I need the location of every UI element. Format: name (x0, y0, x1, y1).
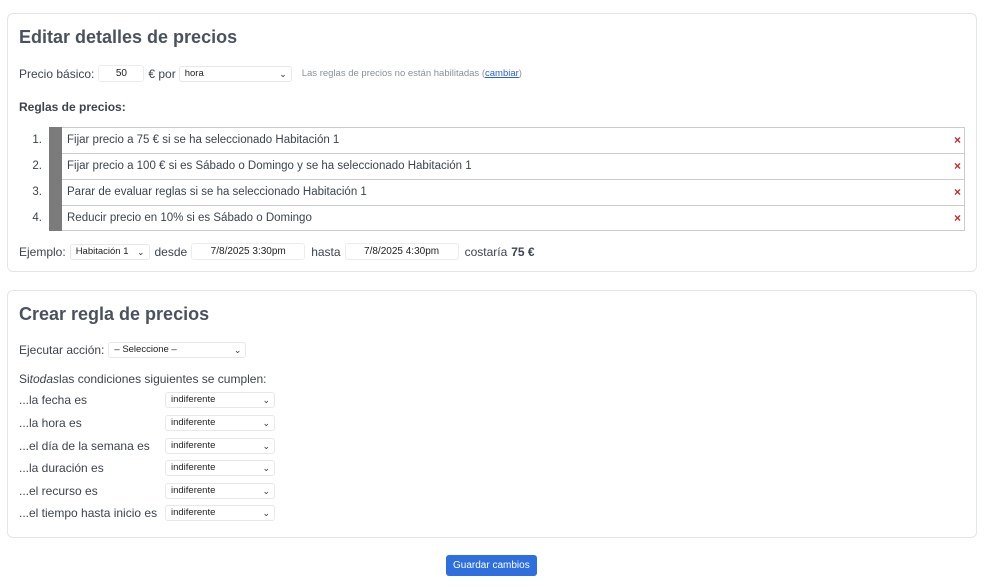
example-resource-value: Habitación 1 (75, 245, 129, 257)
action-select-value: – Seleccione – (114, 344, 177, 355)
condition-date-select[interactable]: indiferente ⌄ (165, 392, 275, 408)
condition-time-select[interactable]: indiferente ⌄ (165, 415, 275, 431)
chevron-down-icon: ⌄ (279, 68, 287, 79)
rule-text: Fijar precio a 100 € si es Sábado o Domi… (67, 160, 472, 172)
rule-text: Reducir precio en 10% si es Sábado o Dom… (67, 212, 312, 224)
condition-time-until-start-select[interactable]: indiferente ⌄ (165, 505, 275, 521)
action-label: Ejecutar acción: (19, 343, 105, 357)
close-icon[interactable]: × (954, 154, 961, 179)
per-label: € por (148, 66, 176, 81)
close-icon[interactable]: × (954, 206, 961, 231)
create-rule-title: Crear regla de precios (19, 304, 210, 324)
rules-disabled-close: ) (518, 68, 522, 79)
cost-value: 75 € (511, 244, 535, 259)
from-label: desde (154, 244, 188, 259)
condition-weekday-select[interactable]: indiferente ⌄ (165, 438, 275, 454)
rule-number: 1. (32, 134, 42, 146)
condition-value: indiferente (171, 394, 216, 405)
rule-drag-handle[interactable] (49, 127, 62, 153)
base-price-row: Precio básico: € por hora ⌄ Las reglas d… (19, 65, 522, 82)
example-resource-select[interactable]: Habitación 1 ⌄ (69, 243, 150, 260)
action-row: Ejecutar acción: – Seleccione – ⌄ (19, 342, 247, 358)
condition-value: indiferente (171, 485, 216, 496)
base-price-input[interactable] (98, 65, 145, 82)
rule-drag-handle[interactable] (49, 153, 62, 179)
condition-label: ...la fecha es (19, 393, 88, 407)
condition-value: indiferente (171, 440, 216, 451)
condition-resource: ...el recurso es indiferente ⌄ (19, 483, 275, 499)
condition-time-until-start: ...el tiempo hasta inicio es indiferente… (19, 505, 275, 521)
conditions-intro-pre: Si (19, 372, 30, 386)
condition-duration: ...la duración es indiferente ⌄ (19, 460, 275, 476)
rule-row[interactable]: 4. Reducir precio en 10% si es Sábado o … (19, 205, 965, 231)
rule-row[interactable]: 1. Fijar precio a 75 € si se ha seleccio… (19, 127, 965, 153)
rules-heading: Reglas de precios: (19, 100, 126, 114)
condition-label: ...la duración es (19, 461, 104, 475)
chevron-down-icon: ⌄ (262, 508, 270, 518)
chevron-down-icon: ⌄ (262, 418, 270, 428)
condition-value: indiferente (171, 417, 216, 428)
save-changes-button[interactable]: Guardar cambios (446, 555, 537, 576)
base-price-label: Precio básico: (19, 66, 95, 81)
to-datetime-input[interactable] (344, 243, 459, 260)
condition-date: ...la fecha es indiferente ⌄ (19, 392, 275, 408)
close-icon[interactable]: × (954, 128, 961, 153)
conditions-intro: Si todas las condiciones siguientes se c… (19, 372, 266, 386)
create-rule-card: Crear regla de precios Ejecutar acción: … (7, 290, 977, 538)
pricing-details-card: Editar detalles de precios Precio básico… (7, 13, 977, 272)
condition-label: ...el tiempo hasta inicio es (19, 506, 158, 520)
rule-number: 4. (32, 212, 42, 224)
chevron-down-icon: ⌄ (262, 441, 270, 451)
condition-duration-select[interactable]: indiferente ⌄ (165, 460, 275, 476)
chevron-down-icon: ⌄ (136, 246, 145, 257)
rule-text: Fijar precio a 75 € si se ha seleccionad… (67, 134, 340, 146)
rule-number: 3. (32, 186, 42, 198)
condition-resource-select[interactable]: indiferente ⌄ (165, 483, 275, 499)
rules-disabled-notice: Las reglas de precios no están habilitad… (302, 68, 522, 79)
condition-value: indiferente (171, 462, 216, 473)
change-rules-link[interactable]: cambiar (485, 68, 519, 79)
rule-drag-handle[interactable] (49, 179, 62, 205)
chevron-down-icon: ⌄ (262, 395, 270, 405)
rule-row[interactable]: 2. Fijar precio a 100 € si es Sábado o D… (19, 153, 965, 179)
condition-value: indiferente (171, 507, 216, 518)
chevron-down-icon: ⌄ (233, 345, 242, 355)
chevron-down-icon: ⌄ (262, 463, 270, 473)
to-label: hasta (311, 244, 341, 259)
rule-number: 2. (32, 160, 42, 172)
price-unit-value: hora (184, 67, 204, 79)
condition-label: ...el día de la semana es (19, 439, 150, 453)
condition-label: ...la hora es (19, 416, 82, 430)
conditions-intro-emphasis: todas (29, 372, 60, 386)
condition-time: ...la hora es indiferente ⌄ (19, 415, 275, 431)
from-datetime-input[interactable] (191, 243, 306, 260)
condition-weekday: ...el día de la semana es indiferente ⌄ (19, 438, 275, 454)
conditions-intro-post: las condiciones siguientes se cumplen: (59, 372, 267, 386)
rule-row[interactable]: 3. Parar de evaluar reglas si se ha sele… (19, 179, 965, 205)
action-select[interactable]: – Seleccione – ⌄ (108, 342, 247, 358)
rule-text: Parar de evaluar reglas si se ha selecci… (67, 186, 367, 198)
cost-label: costaría (464, 244, 508, 259)
close-icon[interactable]: × (954, 180, 961, 205)
example-row: Ejemplo: Habitación 1 ⌄ desde hasta cost… (19, 243, 535, 260)
rules-disabled-text: Las reglas de precios no están habilitad… (301, 68, 485, 79)
chevron-down-icon: ⌄ (262, 486, 270, 496)
rule-drag-handle[interactable] (49, 205, 62, 231)
example-label: Ejemplo: (19, 244, 66, 259)
price-unit-select[interactable]: hora ⌄ (178, 65, 292, 82)
pricing-rules-list: 1. Fijar precio a 75 € si se ha seleccio… (19, 127, 965, 231)
pricing-details-title: Editar detalles de precios (19, 27, 238, 47)
condition-label: ...el recurso es (19, 484, 98, 498)
